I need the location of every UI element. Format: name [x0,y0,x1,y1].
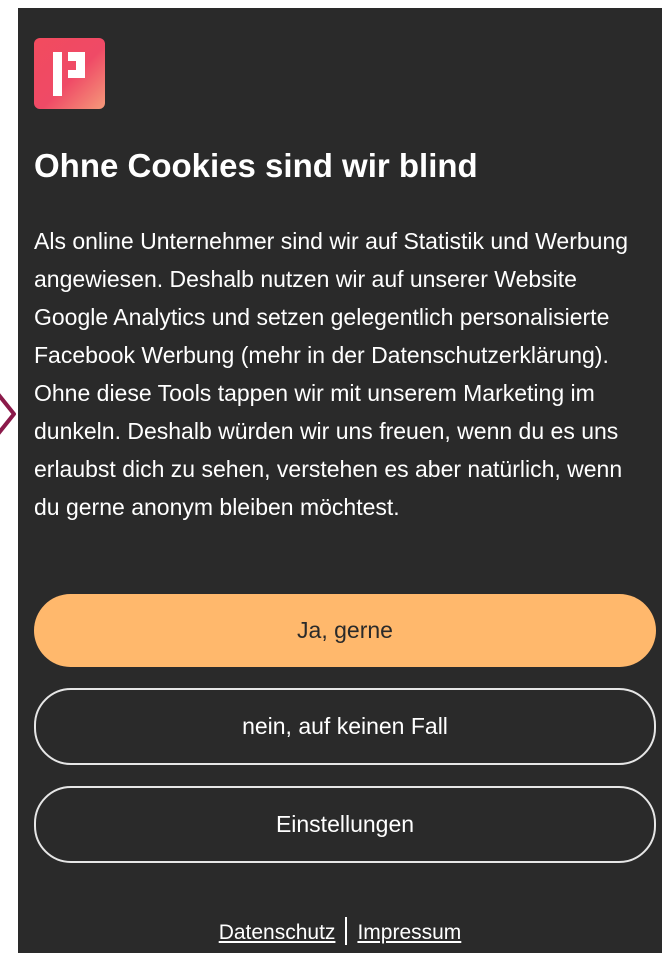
chevron-right-icon[interactable] [0,388,18,440]
decline-button[interactable]: nein, auf keinen Fall [34,688,656,765]
cookie-consent-dialog: Ohne Cookies sind wir blind Als online U… [18,8,662,953]
dialog-title: Ohne Cookies sind wir blind [34,147,478,184]
decline-button-label: nein, auf keinen Fall [242,713,448,739]
accept-button[interactable]: Ja, gerne [34,594,656,667]
page-background [0,0,18,953]
footer-divider [345,917,348,945]
accept-button-label: Ja, gerne [297,617,393,643]
privacy-link[interactable]: Datenschutz [219,921,336,944]
footer-links: Datenschutz Impressum [18,917,662,945]
settings-button[interactable]: Einstellungen [34,786,656,863]
imprint-link[interactable]: Impressum [357,921,461,944]
dialog-description: Als online Unternehmer sind wir auf Stat… [34,228,629,520]
settings-button-label: Einstellungen [275,811,415,837]
brand-logo-icon [34,38,105,109]
